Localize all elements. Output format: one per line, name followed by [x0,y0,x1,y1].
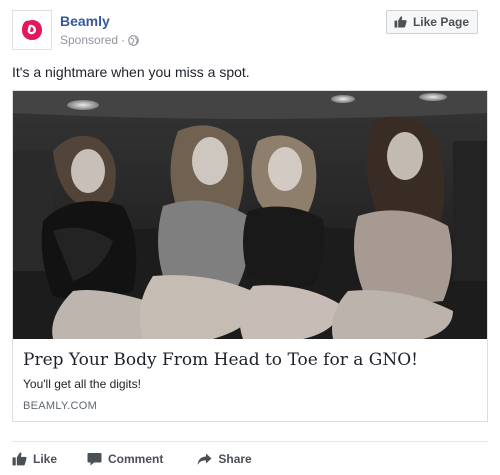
page-name-link[interactable]: Beamly [60,13,110,29]
comment-icon [87,453,102,466]
card-body[interactable]: Prep Your Body From Head to Toe for a GN… [13,339,487,421]
post-header: Beamly Sponsored · Like Page [12,10,488,52]
card-description: You'll get all the digits! [23,377,141,391]
comment-button[interactable]: Comment [87,452,163,466]
photo-icon [13,91,487,339]
globe-icon [128,34,139,46]
comment-label: Comment [108,452,164,466]
like-label: Like [33,452,58,466]
share-button[interactable]: Share [197,452,252,466]
like-page-label: Like Page [412,15,469,29]
page-avatar[interactable] [12,10,52,50]
post-meta: Sponsored · [60,33,139,47]
sponsored-label[interactable]: Sponsored [60,33,118,47]
thumbs-up-icon [394,16,407,28]
share-icon [197,453,212,465]
share-label: Share [218,452,252,466]
link-preview-card[interactable]: Prep Your Body From Head to Toe for a GN… [12,90,488,422]
thumbs-up-icon [12,452,27,466]
meta-separator: · [121,33,126,47]
like-page-button[interactable]: Like Page [385,10,478,34]
card-domain: BEAMLY.COM [23,400,98,412]
actions-divider [12,441,488,442]
beamly-logo-icon [22,20,42,40]
sponsored-post: Beamly Sponsored · Like Page It's a nigh… [0,0,500,475]
post-message: It's a nightmare when you miss a spot. [12,64,250,80]
card-title[interactable]: Prep Your Body From Head to Toe for a GN… [23,349,477,371]
post-actions: Like Comment Share [12,448,252,470]
card-image[interactable] [13,91,487,339]
like-button[interactable]: Like [12,452,57,466]
